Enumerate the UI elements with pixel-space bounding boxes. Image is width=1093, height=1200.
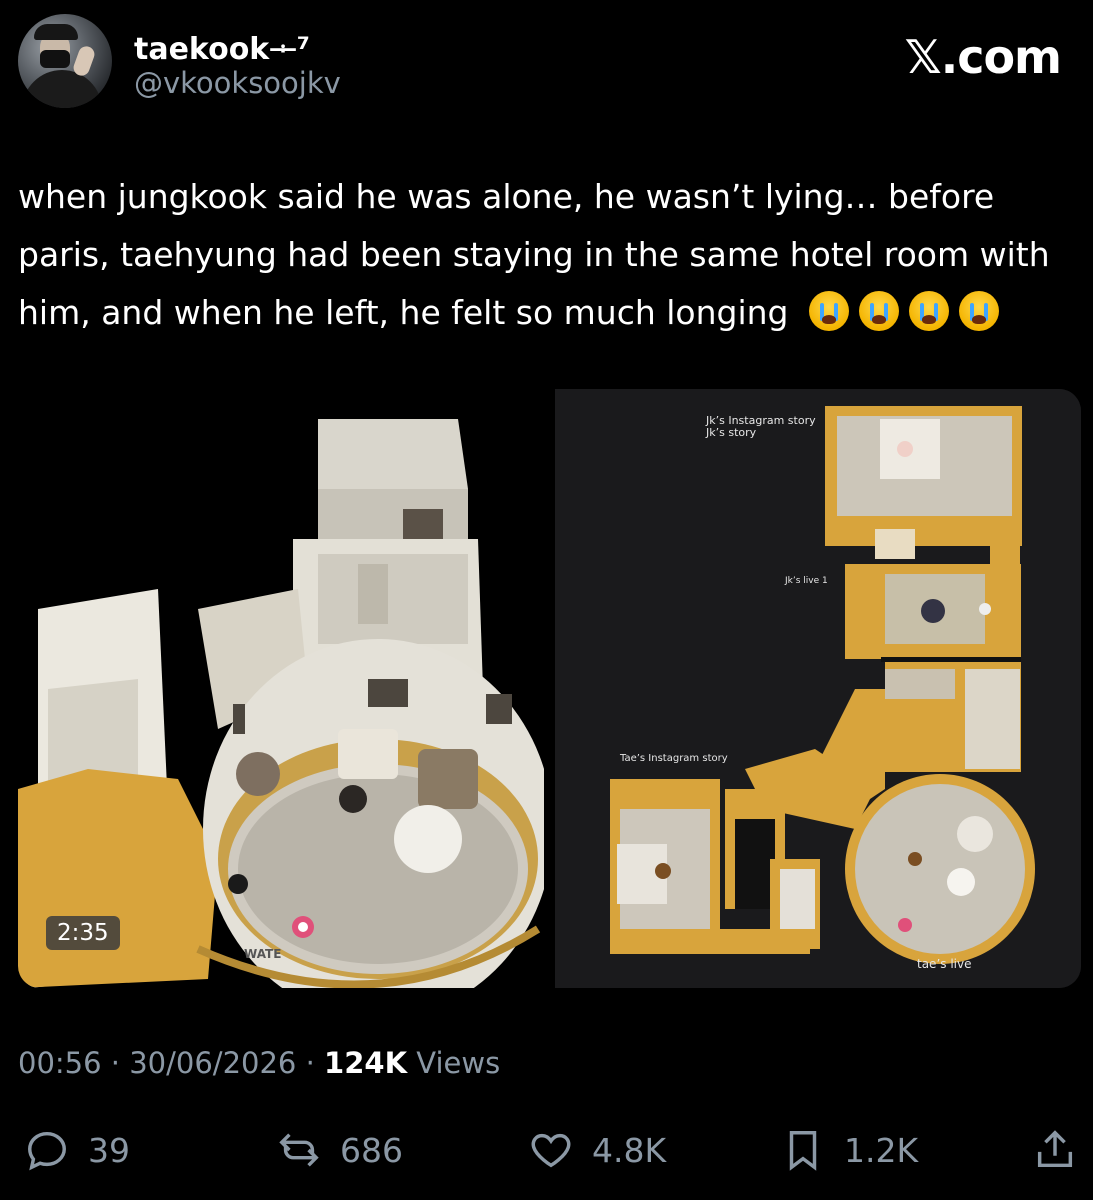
floorplan-image[interactable]: Jk’s Instagram story Jk’s story Jk’s liv… <box>555 389 1081 988</box>
tweet-time[interactable]: 00:56 <box>18 1046 102 1080</box>
crying-face-emoji-icon <box>909 291 949 331</box>
share-icon <box>1037 1130 1073 1168</box>
label-jk-story: Jk’s story <box>706 426 757 439</box>
tweet-meta: 00:56 · 30/06/2026 · 124K Views <box>18 1046 500 1080</box>
tweet-text: when jungkook said he was alone, he wasn… <box>18 168 1083 342</box>
floorplan-drawing <box>555 389 1081 988</box>
crying-face-emoji-icon <box>959 291 999 331</box>
label-jk-live: Jk’s live 1 <box>785 576 828 586</box>
x-logo: 𝕏.com <box>904 30 1062 84</box>
reply-button[interactable]: 39 <box>24 1120 130 1180</box>
author-name-text: taekook <box>134 32 270 67</box>
label-tae-live: tae’s live <box>917 957 972 971</box>
repost-button[interactable]: 686 <box>276 1120 403 1180</box>
crying-face-emoji-icon <box>809 291 849 331</box>
meta-separator: · <box>110 1046 121 1080</box>
crying-face-emoji-icon <box>859 291 899 331</box>
avatar-hand <box>71 44 97 78</box>
avatar-mask <box>40 50 70 68</box>
share-button[interactable] <box>1032 1120 1093 1180</box>
avatar-cap <box>34 24 78 40</box>
avatar-body <box>22 70 102 108</box>
dollhouse-render <box>18 389 553 988</box>
views-label: Views <box>416 1046 501 1080</box>
heart-icon <box>531 1133 571 1168</box>
video-thumbnail[interactable]: 2:35 WATE <box>18 389 553 988</box>
author-name-suffix: ᆠ⁷ <box>269 32 310 67</box>
views-count: 124K <box>324 1046 408 1080</box>
author-name[interactable]: taekookᆠ⁷ <box>134 24 310 68</box>
avatar[interactable] <box>18 14 112 108</box>
bookmark-button[interactable]: 1.2K <box>780 1120 918 1180</box>
media-grid[interactable]: 2:35 WATE Jk’s Instagram story Jk’s stor… <box>18 389 1081 988</box>
bookmark-icon <box>789 1131 817 1171</box>
action-bar: 39 686 4.8K 1.2K <box>0 1120 1093 1180</box>
tweet-date[interactable]: 30/06/2026 <box>129 1046 296 1080</box>
meta-separator: · <box>305 1046 315 1080</box>
reply-count: 39 <box>88 1130 130 1170</box>
repost-icon <box>279 1133 319 1167</box>
watermark: WATE <box>244 947 282 961</box>
bookmark-count: 1.2K <box>844 1130 919 1170</box>
repost-count: 686 <box>340 1130 403 1170</box>
like-button[interactable]: 4.8K <box>528 1120 666 1180</box>
reply-icon <box>28 1131 66 1171</box>
like-count: 4.8K <box>592 1130 667 1170</box>
author-handle[interactable]: @vkooksoojkv <box>134 66 341 100</box>
label-tae-instagram-story: Tae’s Instagram story <box>620 753 728 764</box>
video-duration-badge: 2:35 <box>46 916 120 950</box>
